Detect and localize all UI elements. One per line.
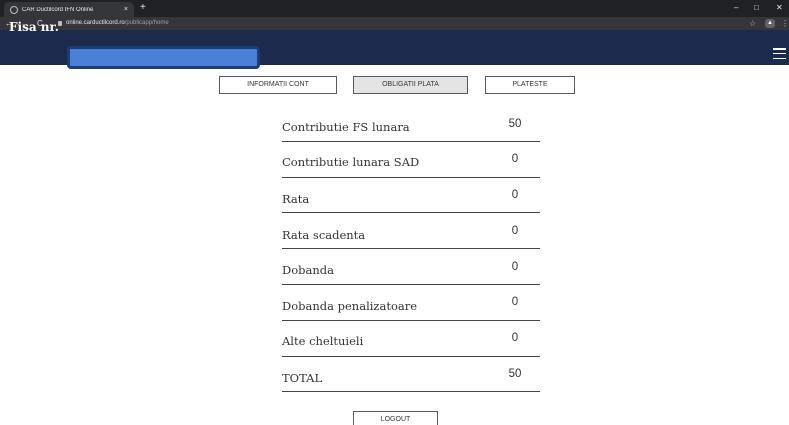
url-path: /publicapp/home (124, 20, 169, 26)
row-label: Contributie FS lunara (282, 120, 410, 134)
window-close-icon[interactable]: ✕ (776, 2, 783, 14)
row-label: Contributie lunara SAD (282, 155, 420, 169)
row-value: 50 (508, 368, 522, 380)
browser-menu-icon[interactable]: ⋮ (781, 17, 789, 30)
row-label: Dobanda (282, 263, 334, 277)
row-value: 0 (511, 225, 519, 237)
redacted-field (67, 46, 260, 69)
row-divider (282, 177, 540, 178)
browser-tab-title: CAR Ductilcord IFN Online (22, 6, 94, 13)
page-title: Fisa nr. (9, 20, 59, 34)
row-value: 50 (508, 118, 522, 130)
tab-informatii-cont[interactable]: INFORMATII CONT (219, 76, 337, 94)
row-value: 0 (511, 332, 519, 344)
maximize-icon[interactable]: □ (754, 2, 759, 14)
row-divider (282, 248, 540, 249)
browser-tabstrip: CAR Ductilcord IFN Online × + – □ ✕ (0, 0, 789, 17)
row-divider (282, 320, 540, 321)
row-value: 0 (511, 296, 519, 308)
profile-icon[interactable]: ▲ (765, 19, 775, 28)
row-label: Rata scadenta (282, 228, 366, 242)
browser-tab[interactable]: CAR Ductilcord IFN Online × (4, 2, 134, 17)
row-divider (282, 212, 540, 213)
row-divider (282, 284, 540, 285)
row-divider (282, 141, 540, 142)
globe-icon (10, 5, 18, 14)
row-divider (282, 391, 540, 392)
close-tab-icon[interactable]: × (124, 6, 128, 13)
row-value: 0 (511, 153, 519, 165)
new-tab-icon[interactable]: + (140, 2, 146, 14)
address-bar[interactable]: online.carductilcord.ro/publicapp/home (66, 17, 169, 30)
row-value: 0 (511, 261, 519, 273)
browser-toolbar: ← → C online.carductilcord.ro/publicapp/… (0, 17, 789, 30)
row-label: Dobanda penalizatoare (282, 299, 418, 313)
row-label: Alte cheltuieli (282, 334, 364, 348)
row-label: TOTAL (282, 371, 323, 385)
hamburger-menu-icon[interactable] (773, 48, 786, 59)
logout-button[interactable]: LOGOUT (353, 411, 438, 425)
tab-obligatii-plata[interactable]: OBLIGATII PLATA (353, 76, 468, 94)
minimize-icon[interactable]: – (734, 2, 738, 14)
url-host: online.carductilcord.ro (66, 20, 125, 26)
row-divider (282, 356, 540, 357)
row-label: Rata (282, 192, 310, 206)
tab-plateste[interactable]: PLATESTE (485, 76, 575, 94)
row-value: 0 (511, 189, 519, 201)
bookmark-star-icon[interactable]: ☆ (749, 17, 756, 30)
